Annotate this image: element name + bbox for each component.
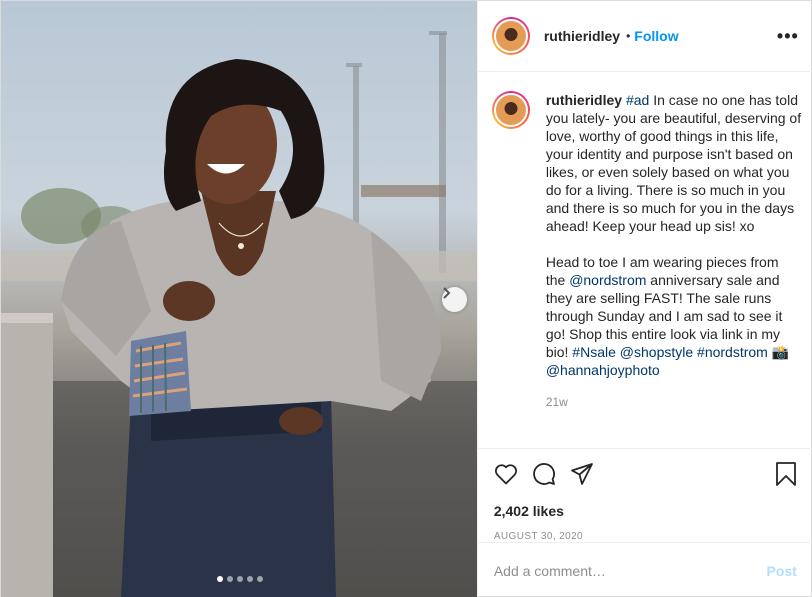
post-header: ruthieridley • Follow •••: [477, 1, 812, 72]
caption-time[interactable]: 21w: [546, 393, 802, 411]
follow-button[interactable]: Follow: [634, 28, 678, 44]
action-icons: [494, 461, 797, 487]
like-icon[interactable]: [494, 463, 518, 485]
camera-emoji: 📸: [771, 344, 790, 360]
carousel-dot[interactable]: [226, 576, 233, 582]
avatar[interactable]: [491, 17, 530, 55]
carousel-dot[interactable]: [216, 576, 223, 582]
caption-text-1: In case no one has told you lately- you …: [545, 92, 805, 234]
carousel-dot[interactable]: [236, 576, 243, 582]
header-separator: •: [626, 29, 631, 43]
save-bookmark-icon[interactable]: [775, 462, 797, 486]
likes-count[interactable]: 2,402 likes: [494, 503, 797, 519]
comment-input[interactable]: [493, 562, 767, 579]
post-comment-button[interactable]: Post: [766, 563, 796, 579]
post-photo-illustration: [1, 31, 477, 597]
carousel-dot[interactable]: [256, 576, 263, 582]
next-photo-button[interactable]: [442, 287, 467, 312]
hashtag-nordstrom[interactable]: #nordstrom: [697, 344, 768, 360]
share-icon[interactable]: [570, 462, 594, 486]
caption-avatar[interactable]: [491, 91, 530, 129]
hashtag-nsale[interactable]: #Nsale: [572, 344, 616, 360]
comment-icon[interactable]: [532, 462, 556, 486]
hashtag-ad[interactable]: #ad: [626, 92, 649, 108]
caption-body: ruthieridley #ad In case no one has told…: [546, 91, 802, 411]
mention-nordstrom[interactable]: @nordstrom: [569, 272, 646, 288]
post-photo[interactable]: [1, 1, 477, 597]
more-options-icon[interactable]: •••: [777, 26, 799, 47]
mention-shopstyle[interactable]: @shopstyle: [620, 344, 693, 360]
mention-hannahjoyphoto[interactable]: @hannahjoyphoto: [546, 362, 660, 378]
carousel-dot[interactable]: [246, 576, 253, 582]
instagram-post: ruthieridley • Follow ••• ruthieridley #…: [0, 0, 812, 597]
chevron-right-icon: [443, 287, 451, 299]
post-actions: 2,402 likes AUGUST 30, 2020: [477, 448, 812, 542]
post-date[interactable]: AUGUST 30, 2020: [494, 531, 797, 542]
post-caption: ruthieridley #ad In case no one has told…: [491, 91, 802, 411]
comment-bar: Post: [477, 542, 812, 597]
post-side-panel: ruthieridley • Follow ••• ruthieridley #…: [476, 1, 812, 597]
caption-username[interactable]: ruthieridley: [546, 92, 622, 108]
carousel-indicator: [1, 576, 477, 582]
header-username[interactable]: ruthieridley: [544, 28, 620, 44]
